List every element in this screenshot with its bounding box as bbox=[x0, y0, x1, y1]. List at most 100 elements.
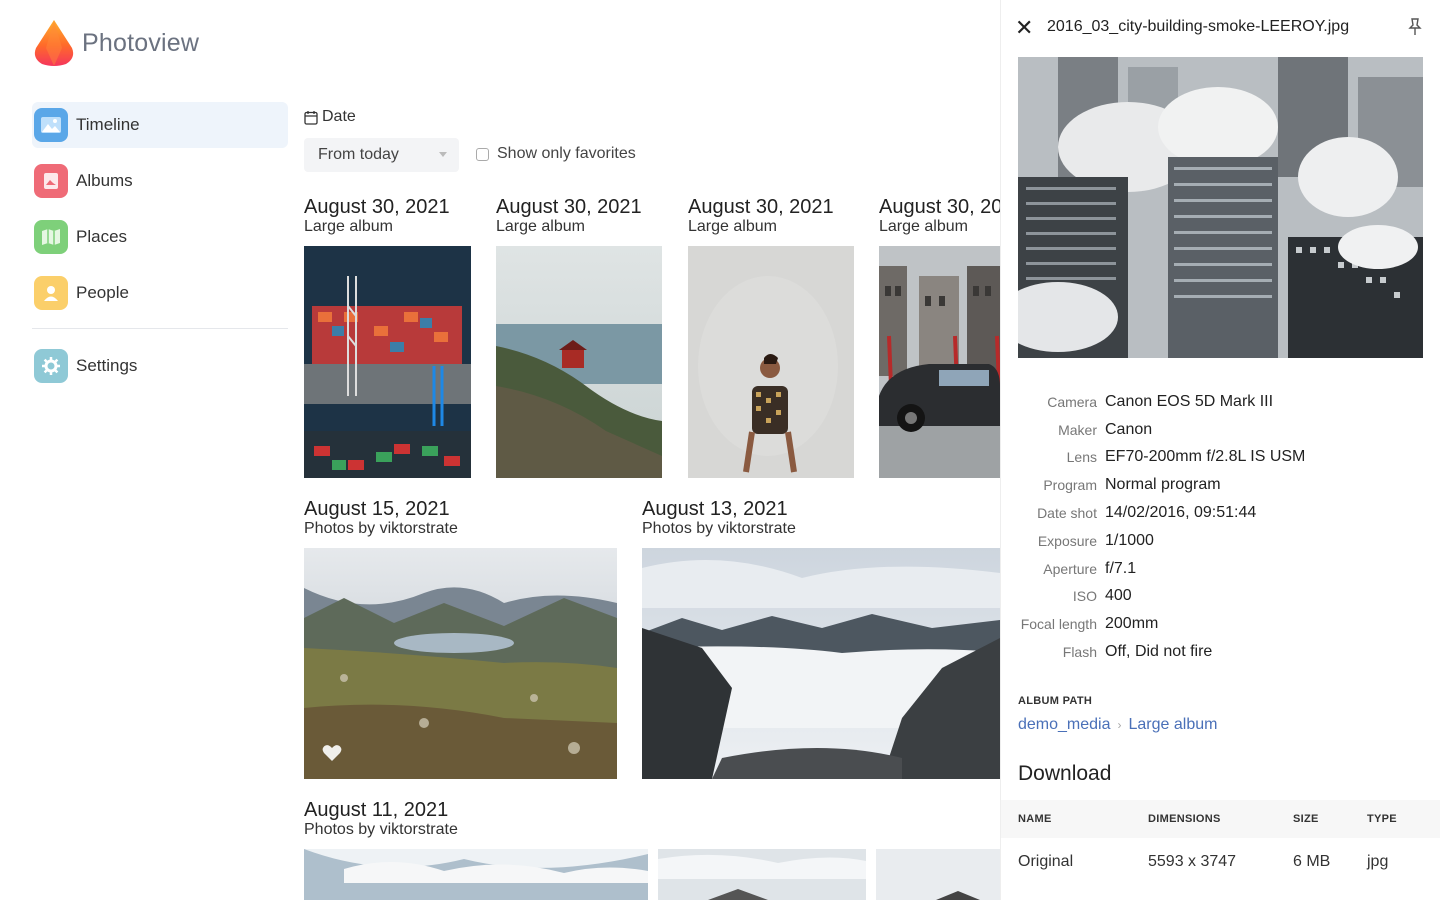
exif-value: 1/1000 bbox=[1105, 531, 1154, 549]
download-dimensions: 5593 x 3747 bbox=[1148, 853, 1237, 870]
sidebar-item-places[interactable]: Places bbox=[32, 214, 288, 260]
photo-thumbnail[interactable] bbox=[304, 849, 648, 900]
group-date: August 15, 2021 bbox=[304, 498, 450, 520]
close-icon[interactable]: ✕ bbox=[1015, 17, 1033, 39]
photo-thumbnail[interactable] bbox=[658, 849, 866, 900]
timeline-group: August 11, 2021 Photos by viktorstrate bbox=[304, 799, 458, 839]
photo-filename: 2016_03_city-building-smoke-LEEROY.jpg bbox=[1047, 18, 1350, 35]
date-label-text: Date bbox=[322, 108, 356, 125]
breadcrumb-link[interactable]: demo_media bbox=[1018, 716, 1111, 734]
exif-key: ISO bbox=[1072, 588, 1097, 605]
exif-key: Aperture bbox=[1043, 560, 1097, 577]
date-range-value: From today bbox=[318, 146, 399, 163]
sidebar-item-settings[interactable]: Settings bbox=[32, 343, 288, 389]
sidebar-item-label: Places bbox=[76, 227, 128, 246]
chevron-right-icon: › bbox=[1117, 718, 1122, 732]
favorites-label: Show only favorites bbox=[497, 145, 636, 162]
download-row[interactable]: Original 5593 x 3747 6 MB jpg bbox=[1001, 842, 1440, 882]
group-date: August 13, 2021 bbox=[642, 498, 788, 520]
download-table-header: NAME DIMENSIONS SIZE TYPE bbox=[1001, 800, 1440, 838]
sidebar-item-albums[interactable]: Albums bbox=[32, 158, 288, 204]
timeline-group: August 30, 2021 Large album bbox=[688, 196, 834, 236]
photo-thumbnail[interactable] bbox=[876, 849, 1000, 900]
exif-key: Focal length bbox=[1020, 616, 1097, 633]
sidebar-divider bbox=[32, 328, 288, 329]
album-icon bbox=[34, 164, 68, 198]
album-path-label: ALBUM PATH bbox=[1018, 695, 1093, 707]
sidebar-item-label: Settings bbox=[76, 356, 138, 375]
favorites-toggle[interactable]: Show only favorites bbox=[476, 145, 636, 163]
exif-row: Flash Off, Did not fire bbox=[1001, 638, 1440, 666]
photoview-logo-icon bbox=[34, 20, 74, 66]
exif-key: Exposure bbox=[1037, 532, 1097, 549]
sidebar-item-timeline[interactable]: Timeline bbox=[32, 102, 288, 148]
group-album-link[interactable]: Large album bbox=[496, 218, 642, 236]
chevron-down-icon bbox=[439, 152, 447, 157]
favorites-checkbox[interactable] bbox=[476, 147, 489, 161]
timeline-group: August 13, 2021 Photos by viktorstrate bbox=[642, 498, 796, 538]
logo[interactable]: Photoview bbox=[32, 18, 199, 68]
exif-row: Lens EF70-200mm f/2.8L IS USM bbox=[1001, 444, 1440, 472]
photo-thumbnail[interactable] bbox=[304, 548, 617, 779]
map-icon bbox=[34, 220, 68, 254]
date-filter-label: Date bbox=[304, 108, 356, 126]
timeline-main: Date From today Show only favorites Augu… bbox=[304, 0, 1000, 900]
heart-icon[interactable] bbox=[322, 744, 342, 762]
exif-value: Normal program bbox=[1105, 476, 1221, 494]
group-date: August 11, 2021 bbox=[304, 799, 449, 821]
photo-details-panel: ✕ 2016_03_city-building-smoke-LEEROY.jpg… bbox=[1000, 0, 1440, 900]
column-header: SIZE bbox=[1293, 813, 1319, 825]
exif-row: Program Normal program bbox=[1001, 471, 1440, 499]
exif-key: Lens bbox=[1066, 449, 1097, 466]
column-header: TYPE bbox=[1367, 813, 1397, 825]
gear-icon bbox=[34, 349, 68, 383]
exif-key: Date shot bbox=[1037, 505, 1097, 522]
photo-thumbnail[interactable] bbox=[688, 246, 854, 478]
exif-value: 14/02/2016, 09:51:44 bbox=[1105, 504, 1257, 522]
timeline-group: August 30, 2021 Large album bbox=[879, 196, 1000, 236]
exif-value: Canon bbox=[1105, 420, 1153, 438]
exif-row: Date shot 14/02/2016, 09:51:44 bbox=[1001, 499, 1440, 527]
exif-value: EF70-200mm f/2.8L IS USM bbox=[1105, 448, 1306, 466]
sidebar-item-label: People bbox=[76, 283, 129, 302]
pin-icon[interactable] bbox=[1408, 18, 1422, 36]
download-title: Download bbox=[1018, 762, 1112, 785]
exif-value: Canon EOS 5D Mark III bbox=[1105, 392, 1274, 410]
photo-thumbnail[interactable] bbox=[496, 246, 662, 478]
photo-preview bbox=[1018, 57, 1423, 358]
sidebar-item-people[interactable]: People bbox=[32, 270, 288, 316]
exif-row: Focal length 200mm bbox=[1001, 610, 1440, 638]
group-album-link[interactable]: Photos by viktorstrate bbox=[642, 520, 796, 538]
group-album-link[interactable]: Photos by viktorstrate bbox=[304, 520, 458, 538]
group-date: August 30, 2021 bbox=[304, 196, 450, 218]
timeline-group: August 30, 2021 Large album bbox=[304, 196, 450, 236]
photo-thumbnail[interactable] bbox=[642, 548, 1000, 779]
group-date: August 30, 2021 bbox=[496, 196, 642, 218]
breadcrumb-link[interactable]: Large album bbox=[1129, 716, 1218, 734]
sidebar-item-label: Timeline bbox=[76, 115, 140, 134]
download-type: jpg bbox=[1367, 853, 1389, 870]
exif-key: Maker bbox=[1058, 421, 1097, 438]
group-date: August 30, 2021 bbox=[688, 196, 834, 218]
column-header: DIMENSIONS bbox=[1148, 813, 1221, 825]
photo-thumbnail[interactable] bbox=[304, 246, 471, 478]
group-date: August 30, 2021 bbox=[879, 196, 1000, 218]
exif-value: Off, Did not fire bbox=[1105, 643, 1213, 661]
date-range-select[interactable]: From today bbox=[304, 138, 459, 172]
group-album-link[interactable]: Large album bbox=[304, 218, 450, 236]
download-name: Original bbox=[1018, 853, 1074, 870]
exif-value: 400 bbox=[1105, 587, 1132, 605]
image-icon bbox=[34, 108, 68, 142]
photo-thumbnail[interactable] bbox=[879, 246, 1000, 478]
column-header: NAME bbox=[1018, 813, 1052, 825]
group-album-link[interactable]: Photos by viktorstrate bbox=[304, 821, 458, 839]
exif-table: Camera Canon EOS 5D Mark III Maker Canon L… bbox=[1001, 388, 1440, 666]
group-album-link[interactable]: Large album bbox=[688, 218, 834, 236]
exif-value: f/7.1 bbox=[1105, 559, 1137, 577]
exif-key: Program bbox=[1043, 477, 1097, 494]
sidebar-item-label: Albums bbox=[76, 171, 133, 190]
group-album-link[interactable]: Large album bbox=[879, 218, 1000, 236]
sidebar-nav: Timeline Albums Places People Settings bbox=[32, 102, 288, 399]
calendar-icon bbox=[304, 110, 318, 125]
exif-row: Maker Canon bbox=[1001, 416, 1440, 444]
